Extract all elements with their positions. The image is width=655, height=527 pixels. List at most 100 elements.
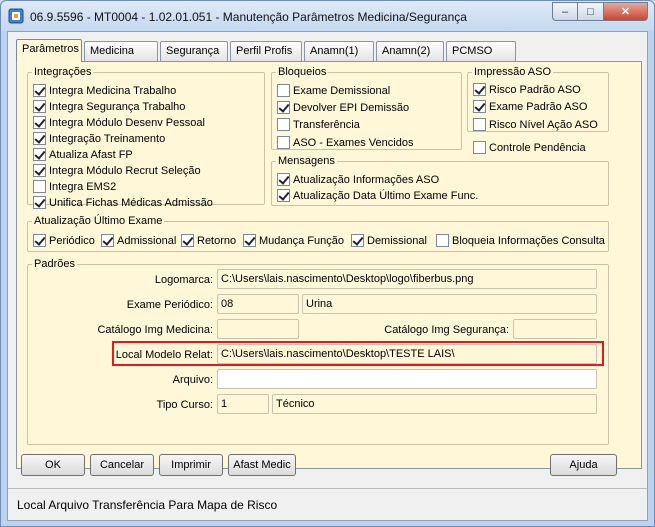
checkbox-label: Atualização Informações ASO	[293, 173, 440, 186]
tab-parametros[interactable]: Parâmetros	[16, 39, 82, 62]
tab-pcmso[interactable]: PCMSO	[446, 41, 516, 61]
tab-perfil-profis[interactable]: Perfil Profis	[230, 41, 302, 61]
checkbox-box[interactable]	[351, 234, 364, 247]
checkbox-risco-padrao[interactable]: Risco Padrão ASO	[473, 82, 581, 97]
catalogo-medicina-field[interactable]	[217, 319, 299, 339]
checkbox-demissional[interactable]: Demissional	[351, 233, 427, 248]
checkbox-label: Integra Medicina Trabalho	[49, 84, 177, 97]
window-controls: – □ ✕	[552, 2, 648, 21]
checkbox-label: Controle Pendência	[489, 141, 586, 154]
logomarca-field[interactable]: C:\Users\lais.nascimento\Desktop\logo\fi…	[217, 269, 597, 289]
afast-medic-button[interactable]: Afast Medic	[228, 454, 296, 476]
checkbox-label: Integra Segurança Trabalho	[49, 100, 186, 113]
local-modelo-relat-field[interactable]: C:\Users\lais.nascimento\Desktop\TESTE L…	[217, 344, 597, 364]
checkbox-box[interactable]	[181, 234, 194, 247]
checkbox-box[interactable]	[473, 141, 486, 154]
minimize-button[interactable]: –	[552, 2, 578, 21]
ajuda-button[interactable]: Ajuda	[550, 454, 617, 476]
checkbox-mudanca-funcao[interactable]: Mudança Função	[243, 233, 344, 248]
tab-anamn-2[interactable]: Anamn(2)	[376, 41, 444, 61]
app-window: 06.9.5596 - MT0004 - 1.02.01.051 - Manut…	[0, 0, 655, 527]
checkbox-label: Integra EMS2	[49, 180, 117, 193]
exame-periodico-code-field[interactable]: 08	[217, 294, 299, 314]
checkbox-box[interactable]	[277, 101, 290, 114]
checkbox-integra-ems2[interactable]: Integra EMS2	[33, 179, 116, 194]
tab-anamn-1[interactable]: Anamn(1)	[304, 41, 374, 61]
checkbox-label: Bloqueia Informações Consulta	[452, 234, 605, 247]
tab-panel-parametros: Integrações Integra Medicina Trabalho In…	[16, 61, 642, 469]
checkbox-box[interactable]	[33, 234, 46, 247]
checkbox-box[interactable]	[277, 189, 290, 202]
window-title: 06.9.5596 - MT0004 - 1.02.01.051 - Manut…	[30, 10, 467, 24]
checkbox-periodico[interactable]: Periódico	[33, 233, 95, 248]
catalogo-seguranca-label: Catálogo Img Segurança:	[384, 324, 509, 336]
checkbox-label: Transferência	[293, 118, 360, 131]
group-padroes-title: Padrões	[34, 258, 75, 270]
local-modelo-relat-label: Local Modelo Relat:	[115, 349, 213, 361]
tab-medicina[interactable]: Medicina	[84, 41, 158, 61]
group-atualizacao-title: Atualização Último Exame	[34, 215, 163, 227]
client-area: Parâmetros Medicina Segurança Perfil Pro…	[7, 31, 648, 521]
checkbox-box[interactable]	[101, 234, 114, 247]
imprimir-button[interactable]: Imprimir	[159, 454, 223, 476]
checkbox-bloqueia-informacoes[interactable]: Bloqueia Informações Consulta	[436, 233, 605, 248]
title-bar[interactable]: 06.9.5596 - MT0004 - 1.02.01.051 - Manut…	[1, 1, 654, 31]
checkbox-box[interactable]	[33, 196, 46, 209]
exame-periodico-desc-field: Urina	[302, 294, 597, 314]
cancelar-button[interactable]: Cancelar	[90, 454, 154, 476]
checkbox-exame-padrao[interactable]: Exame Padrão ASO	[473, 99, 587, 114]
checkbox-controle-pendencia[interactable]: Controle Pendência	[473, 140, 586, 155]
checkbox-box[interactable]	[436, 234, 449, 247]
group-integracoes-title: Integrações	[34, 66, 92, 78]
ok-button[interactable]: OK	[21, 454, 85, 476]
checkbox-integracao-treinamento[interactable]: Integração Treinamento	[33, 131, 165, 146]
tab-seguranca[interactable]: Segurança	[160, 41, 228, 61]
checkbox-label: ASO - Exames Vencidos	[293, 136, 414, 149]
checkbox-box[interactable]	[33, 164, 46, 177]
arquivo-field[interactable]	[217, 369, 597, 389]
checkbox-box[interactable]	[473, 83, 486, 96]
checkbox-box[interactable]	[277, 173, 290, 186]
checkbox-exame-demissional[interactable]: Exame Demissional	[277, 83, 390, 98]
checkbox-retorno[interactable]: Retorno	[181, 233, 236, 248]
app-icon	[8, 8, 24, 24]
checkbox-atualizacao-data-exame[interactable]: Atualização Data Último Exame Func.	[277, 188, 478, 203]
checkbox-box[interactable]	[33, 84, 46, 97]
checkbox-label: Admissional	[117, 234, 177, 247]
checkbox-admissional[interactable]: Admissional	[101, 233, 176, 248]
catalogo-seguranca-field[interactable]	[513, 319, 597, 339]
checkbox-box[interactable]	[33, 132, 46, 145]
checkbox-aso-exames-vencidos[interactable]: ASO - Exames Vencidos	[277, 135, 413, 150]
checkbox-box[interactable]	[277, 136, 290, 149]
group-impressao-title: Impressão ASO	[474, 66, 552, 78]
close-button[interactable]: ✕	[604, 2, 648, 21]
checkbox-box[interactable]	[277, 118, 290, 131]
checkbox-label: Exame Padrão ASO	[489, 100, 588, 113]
checkbox-box[interactable]	[243, 234, 256, 247]
checkbox-box[interactable]	[33, 148, 46, 161]
checkbox-label: Integração Treinamento	[49, 132, 166, 145]
checkbox-integra-seguranca[interactable]: Integra Segurança Trabalho	[33, 99, 185, 114]
status-text: Local Arquivo Transferência Para Mapa de…	[17, 498, 278, 512]
checkbox-atualiza-afast[interactable]: Atualiza Afast FP	[33, 147, 133, 162]
maximize-button[interactable]: □	[578, 2, 604, 21]
checkbox-box[interactable]	[473, 118, 486, 131]
checkbox-integra-medicina[interactable]: Integra Medicina Trabalho	[33, 83, 176, 98]
checkbox-transferencia[interactable]: Transferência	[277, 117, 360, 132]
checkbox-box[interactable]	[473, 100, 486, 113]
arquivo-label: Arquivo:	[172, 374, 213, 386]
status-bar: Local Arquivo Transferência Para Mapa de…	[8, 488, 647, 520]
checkbox-atualizacao-info-aso[interactable]: Atualização Informações ASO	[277, 172, 439, 187]
tipo-curso-label: Tipo Curso:	[156, 399, 213, 411]
checkbox-integra-desenv-pessoal[interactable]: Integra Módulo Desenv Pessoal	[33, 115, 205, 130]
checkbox-box[interactable]	[33, 180, 46, 193]
exame-periodico-label: Exame Periódico:	[126, 299, 213, 311]
checkbox-box[interactable]	[277, 84, 290, 97]
tipo-curso-code-field[interactable]: 1	[217, 394, 269, 414]
checkbox-devolver-epi[interactable]: Devolver EPI Demissão	[277, 100, 409, 115]
checkbox-box[interactable]	[33, 116, 46, 129]
checkbox-integra-recrut[interactable]: Integra Módulo Recrut Seleção	[33, 163, 201, 178]
checkbox-risco-nivel[interactable]: Risco Nível Ação ASO	[473, 117, 598, 132]
checkbox-box[interactable]	[33, 100, 46, 113]
checkbox-unifica-fichas[interactable]: Unifica Fichas Médicas Admissão	[33, 195, 213, 210]
